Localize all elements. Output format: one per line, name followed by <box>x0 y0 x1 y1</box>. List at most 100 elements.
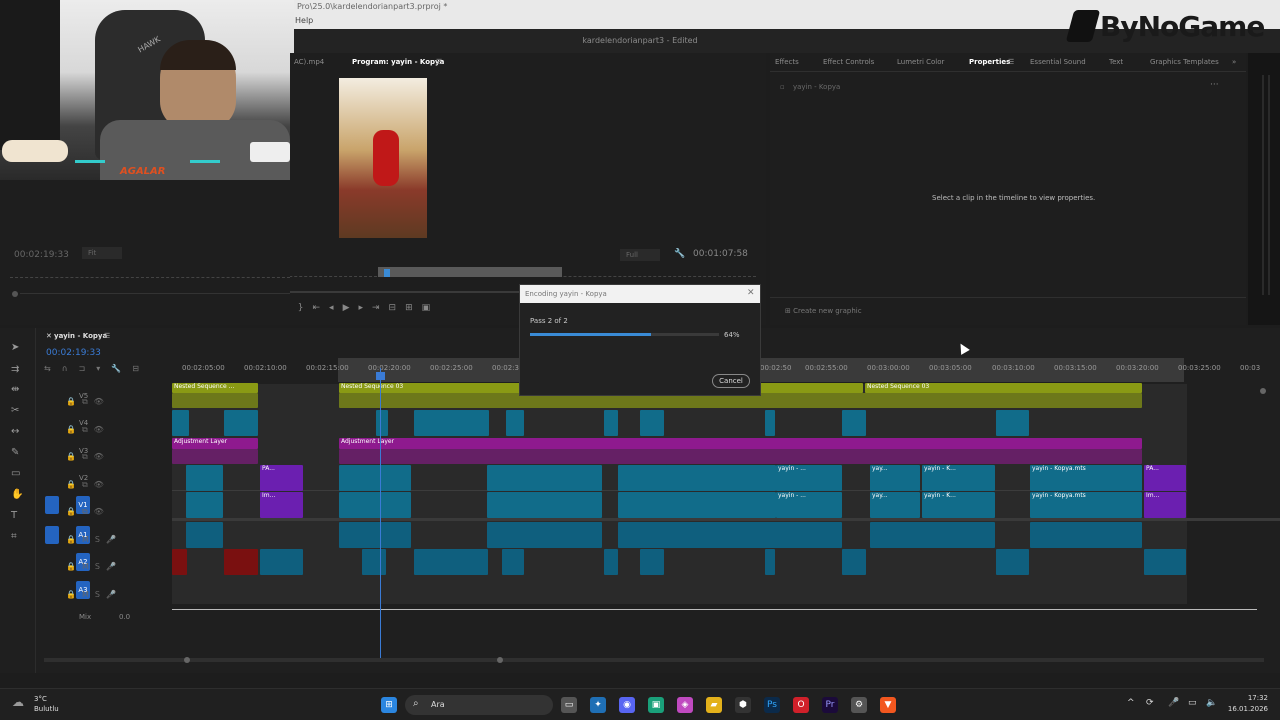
video-clip[interactable] <box>224 410 258 436</box>
source-patch-a1[interactable] <box>45 526 59 544</box>
type-tool-icon[interactable]: T <box>11 510 17 521</box>
scroll-handle[interactable] <box>1260 388 1266 394</box>
audio-clip[interactable] <box>1144 549 1186 575</box>
video-clip[interactable] <box>618 492 776 518</box>
audio-clip[interactable] <box>362 549 386 575</box>
video-clip[interactable] <box>506 410 524 436</box>
windows-start-icon[interactable]: ⊞ <box>381 697 397 713</box>
video-clip[interactable]: yayin - Kopya.mts <box>1030 492 1142 518</box>
clock-date[interactable]: 16.01.2026 <box>1222 705 1268 713</box>
track-select-tool-icon[interactable]: ⇉ <box>11 364 19 375</box>
app-icon[interactable]: ⚙ <box>851 697 867 713</box>
playhead-handle[interactable] <box>376 372 385 380</box>
pen-tool-icon[interactable]: ✎ <box>11 447 19 458</box>
sequence-tab[interactable]: yayin - Kopya <box>54 332 107 340</box>
audio-clip[interactable] <box>996 549 1029 575</box>
clip-adjustment-layer[interactable] <box>339 449 1142 464</box>
weather-icon[interactable]: ☁ <box>12 695 24 709</box>
fit-select[interactable]: Fit <box>82 247 123 259</box>
scroll-handle[interactable] <box>184 657 190 663</box>
video-clip[interactable]: yay... <box>870 492 920 518</box>
video-clip[interactable]: yayin - K... <box>922 465 995 491</box>
more-icon[interactable]: ··· <box>1210 80 1219 90</box>
audio-clip-red[interactable] <box>224 549 258 575</box>
video-clip[interactable] <box>842 410 866 436</box>
quality-select[interactable]: Full <box>620 249 660 261</box>
video-clip[interactable] <box>765 410 775 436</box>
wrench-icon[interactable]: 🔧 <box>674 249 685 259</box>
create-graphic-button[interactable]: ⊞ Create new graphic <box>785 307 862 315</box>
scroll-handle[interactable] <box>12 291 18 297</box>
copilot-icon[interactable]: ◈ <box>677 697 693 713</box>
clip-adjustment-layer[interactable]: Adjustment Layer <box>339 438 1142 449</box>
file-icon[interactable]: ▭ <box>561 697 577 713</box>
playhead[interactable] <box>380 368 381 658</box>
clip-nested-sequence[interactable]: Nested Sequence 03 <box>865 383 1142 393</box>
tab-program[interactable]: Program: yayin - Kopya <box>352 58 444 66</box>
video-clip[interactable]: yayin - ... <box>776 492 842 518</box>
tab-properties[interactable]: Properties <box>969 58 1010 66</box>
menu-help[interactable]: Help <box>295 16 313 25</box>
clip-purple[interactable]: PA... <box>1144 465 1186 491</box>
audio-clip[interactable] <box>870 522 995 548</box>
hand-tool-icon[interactable]: ✋ <box>11 489 23 500</box>
menu-icon[interactable]: ☰ <box>436 58 442 66</box>
volume-icon[interactable]: 🔈 <box>1206 698 1217 708</box>
menu-icon[interactable]: ☰ <box>104 332 110 340</box>
video-clip[interactable] <box>339 492 411 518</box>
video-clip[interactable] <box>172 410 189 436</box>
audio-clip[interactable] <box>604 549 618 575</box>
sequence-close-icon[interactable]: ✕ <box>46 332 52 340</box>
video-audio-divider[interactable] <box>172 518 1280 521</box>
video-clip[interactable] <box>640 410 664 436</box>
chevron-up-icon[interactable]: ^ <box>1127 698 1135 708</box>
audio-clip[interactable] <box>186 522 223 548</box>
clip-purple[interactable]: Im... <box>1144 492 1186 518</box>
playhead-handle[interactable] <box>384 269 390 277</box>
video-clip[interactable] <box>186 492 223 518</box>
tab-graphics-templates[interactable]: Graphics Templates <box>1150 58 1219 66</box>
tab-effects[interactable]: Effects <box>775 58 799 66</box>
weather-desc[interactable]: Bulutlu <box>34 705 59 713</box>
clip-purple[interactable]: Im... <box>260 492 303 518</box>
cancel-button[interactable]: Cancel <box>712 374 750 388</box>
audio-clip[interactable] <box>414 549 488 575</box>
photoshop-icon[interactable]: Ps <box>764 697 780 713</box>
audio-clip[interactable] <box>339 522 411 548</box>
menu-icon[interactable]: ☰ <box>1008 58 1014 66</box>
video-clip[interactable] <box>487 492 602 518</box>
selection-tool-icon[interactable]: ➤ <box>11 342 19 353</box>
video-clip[interactable] <box>996 410 1029 436</box>
brave-icon[interactable]: ▼ <box>880 697 896 713</box>
app-icon[interactable]: ✦ <box>590 697 606 713</box>
clip-nested-sequence[interactable]: Nested Sequence ... <box>172 383 258 393</box>
clip-purple[interactable]: PA... <box>260 465 303 491</box>
video-clip[interactable] <box>618 465 668 491</box>
audio-clip[interactable] <box>487 522 602 548</box>
tab-effect-controls[interactable]: Effect Controls <box>823 58 874 66</box>
timeline-timecode[interactable]: 00:02:19:33 <box>46 348 101 358</box>
sync-icon[interactable]: ⟳ <box>1146 698 1154 708</box>
timeline-scrollbar[interactable] <box>44 658 1264 662</box>
video-clip[interactable] <box>414 410 489 436</box>
tab-essential-sound[interactable]: Essential Sound <box>1030 58 1086 66</box>
clock-time[interactable]: 17:32 <box>1230 694 1268 702</box>
mic-icon[interactable]: 🎤 <box>1168 698 1179 708</box>
scroll-handle[interactable] <box>497 657 503 663</box>
audio-clip[interactable] <box>842 549 866 575</box>
audio-clip[interactable] <box>640 549 664 575</box>
tab-lumetri-color[interactable]: Lumetri Color <box>897 58 944 66</box>
taskbar-search[interactable]: ⌕ Ara <box>405 695 553 715</box>
video-clip[interactable]: yayin - Kopya.mts <box>1030 465 1142 491</box>
ripple-edit-tool-icon[interactable]: ⇹ <box>11 384 19 395</box>
caption-tool-icon[interactable]: ⌗ <box>11 531 17 542</box>
tab-text[interactable]: Text <box>1109 58 1123 66</box>
video-clip[interactable] <box>339 465 411 491</box>
close-icon[interactable]: ✕ <box>747 288 755 298</box>
video-clip[interactable]: yayin - K... <box>922 492 995 518</box>
premiere-pro-icon[interactable]: Pr <box>822 697 838 713</box>
app-icon[interactable]: ▣ <box>648 697 664 713</box>
discord-icon[interactable]: ◉ <box>619 697 635 713</box>
transport-controls[interactable]: ♥{}⇤◂▶▸⇥⊟⊞▣ <box>266 303 526 315</box>
audio-clip-red[interactable] <box>172 549 187 575</box>
